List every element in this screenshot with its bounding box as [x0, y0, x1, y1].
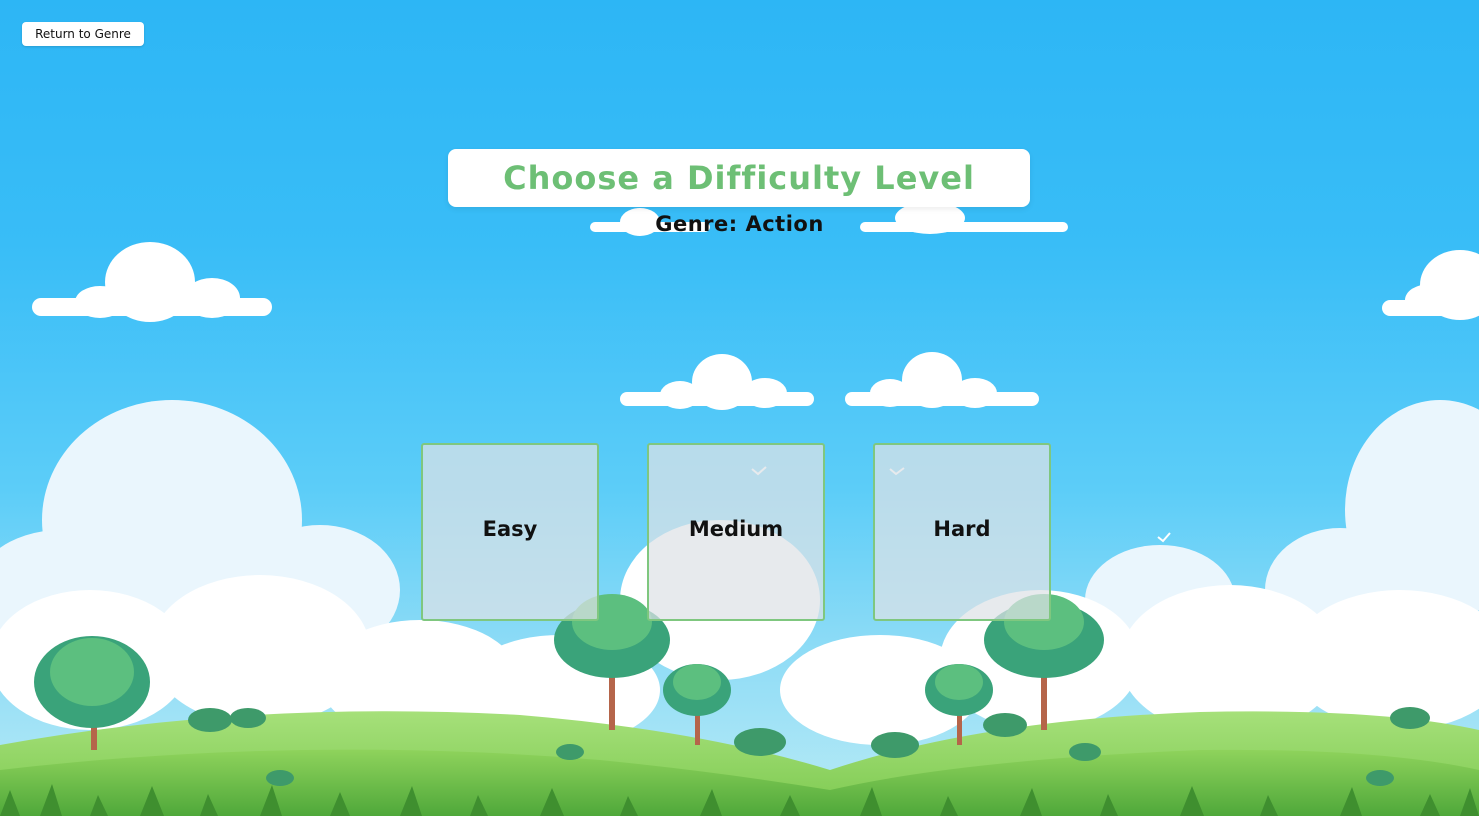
page-title: Choose a Difficulty Level — [503, 159, 975, 197]
difficulty-card-medium[interactable]: Medium — [647, 443, 825, 621]
difficulty-label: Hard — [933, 517, 991, 541]
difficulty-card-easy[interactable]: Easy — [421, 443, 599, 621]
title-panel: Choose a Difficulty Level — [448, 149, 1030, 207]
cloud — [32, 242, 272, 322]
difficulty-label: Medium — [688, 517, 784, 541]
cloud — [845, 352, 1039, 408]
genre-label: Genre: Action — [655, 212, 824, 236]
tree — [663, 664, 731, 745]
difficulty-card-hard[interactable]: Hard — [873, 443, 1051, 621]
background-landscape — [0, 202, 1479, 816]
return-to-genre-button[interactable]: Return to Genre — [22, 22, 144, 46]
cloud — [620, 354, 814, 410]
difficulty-options: Easy Medium Hard — [421, 443, 1051, 621]
difficulty-label: Easy — [482, 517, 538, 541]
cloud — [1382, 250, 1479, 320]
